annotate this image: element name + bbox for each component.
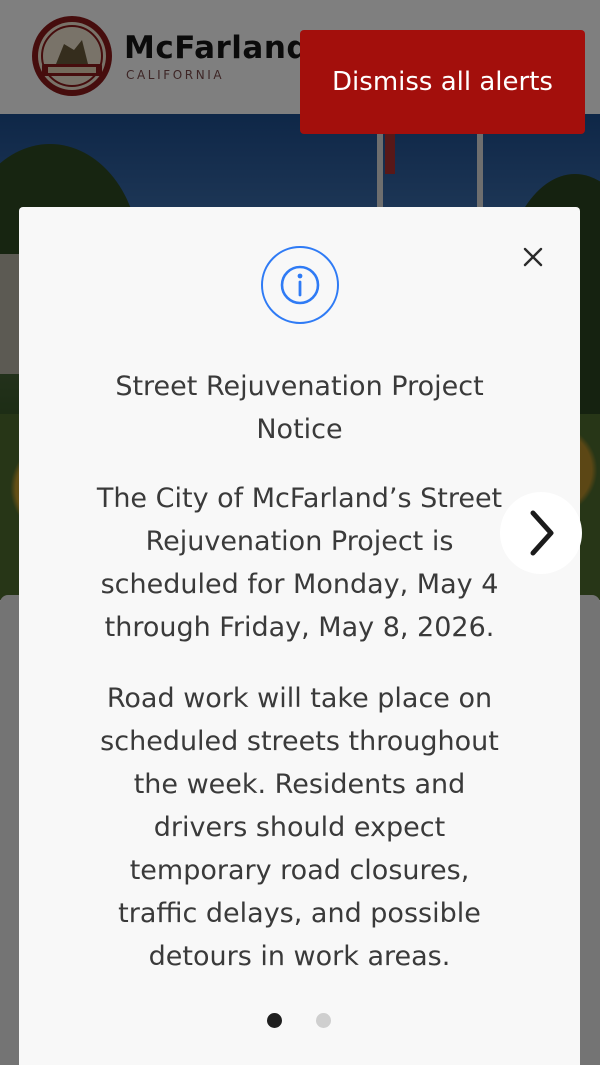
alert-paragraph: Road work will take place on scheduled s… xyxy=(100,683,499,972)
chevron-right-icon xyxy=(530,510,554,556)
pagination-dot-1[interactable] xyxy=(267,1013,282,1028)
info-circle-icon xyxy=(261,246,339,324)
page-root: McFarland CALIFORNIA Dismiss all alerts xyxy=(0,0,600,1065)
close-icon xyxy=(523,247,543,267)
next-alert-button[interactable] xyxy=(500,492,582,574)
alert-title: Street Rejuvenation Project Notice xyxy=(115,371,484,445)
alert-body: The City of McFarland’s Street Rejuvenat… xyxy=(89,477,510,1006)
alert-modal: Street Rejuvenation Project Notice The C… xyxy=(19,207,580,1065)
alert-pagination xyxy=(267,1013,331,1029)
pagination-dot-2[interactable] xyxy=(316,1013,331,1028)
alert-paragraph: The City of McFarland’s Street Rejuvenat… xyxy=(96,483,503,643)
dismiss-all-alerts-button[interactable]: Dismiss all alerts xyxy=(300,30,585,134)
scroll-fade xyxy=(19,997,580,1065)
close-alert-button[interactable] xyxy=(515,239,551,275)
